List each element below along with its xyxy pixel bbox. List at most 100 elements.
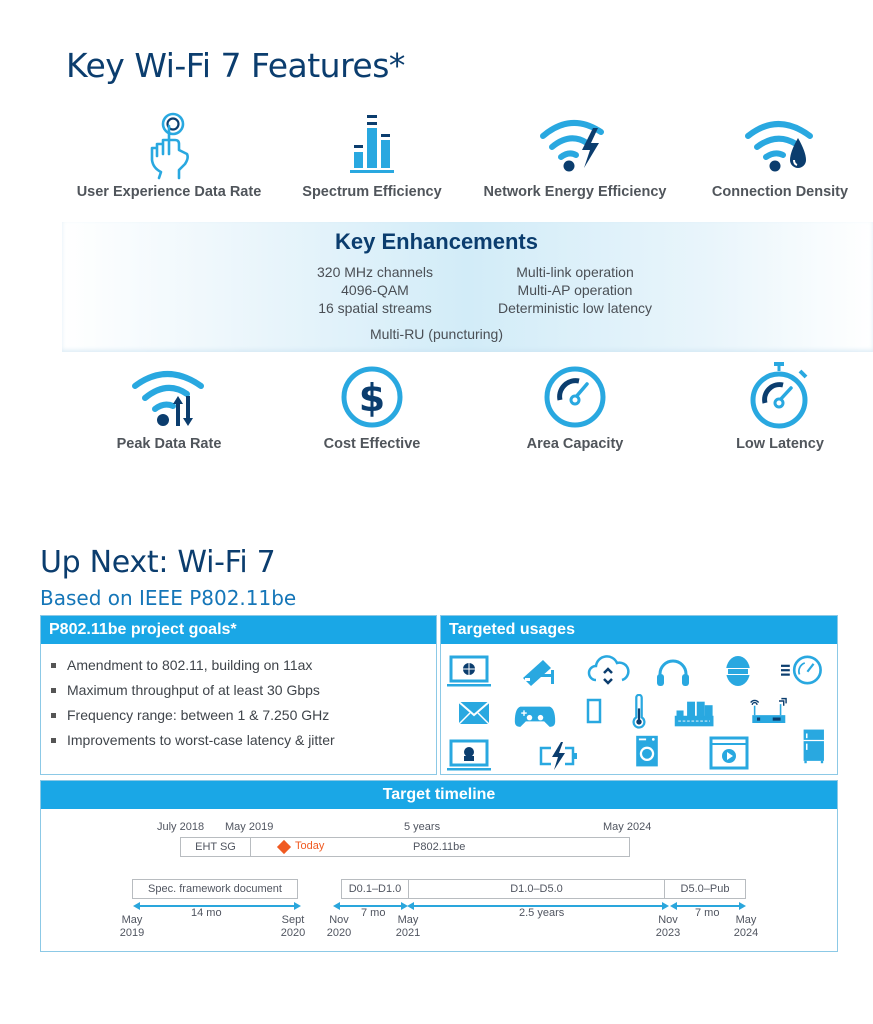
feature-label: Area Capacity	[526, 436, 624, 452]
date-year: 2021	[395, 927, 421, 939]
feature-peak-data-rate: Peak Data Rate	[69, 362, 269, 452]
date-year: 2020	[326, 927, 352, 939]
feature-low-latency: Low Latency	[680, 362, 873, 452]
feature-connection-density: Connection Density	[680, 110, 873, 200]
video-player-icon	[709, 736, 749, 770]
eht-sg-segment: EHT SG	[180, 837, 251, 857]
goal-text: Amendment to 802.11, building on 11ax	[67, 657, 313, 673]
date-may-2024: May 2024	[726, 914, 766, 940]
security-camera-icon	[523, 660, 554, 686]
feature-area-capacity: Area Capacity	[475, 362, 675, 452]
goal-text: Improvements to worst-case latency & jit…	[67, 732, 335, 748]
date-year: 2019	[119, 927, 145, 939]
target-timeline-header: Target timeline	[41, 781, 837, 809]
date-year: 2023	[655, 927, 681, 939]
smartphone-icon	[586, 698, 602, 724]
date-month: May	[735, 914, 757, 926]
wifi-lightning-icon	[540, 119, 604, 172]
goal-item: Frequency range: between 1 & 7.250 GHz	[49, 703, 436, 728]
p80211be-label: P802.11be	[413, 841, 466, 853]
key-enhancements-title: Key Enhancements	[335, 229, 538, 254]
gamepad-icon	[514, 706, 556, 727]
enhancement-item: Deterministic low latency	[497, 300, 653, 316]
date-may-2019: May 2019	[112, 914, 152, 940]
cloud-sync-icon	[587, 655, 630, 685]
date-year: 2024	[733, 927, 759, 939]
goal-item: Amendment to 802.11, building on 11ax	[49, 653, 436, 678]
date-may-2021: May 2021	[388, 914, 428, 940]
date-sept-2020: Sept 2020	[273, 914, 313, 940]
phase-spec-framework: Spec. framework document	[132, 879, 298, 899]
enhancement-item: 320 MHz channels	[317, 264, 433, 280]
thermometer-icon	[632, 694, 646, 729]
enhancement-item-multi-ru: Multi-RU (puncturing)	[369, 326, 504, 342]
feature-spectrum-efficiency: Spectrum Efficiency	[272, 110, 472, 200]
features-title: Key Wi-Fi 7 Features*	[66, 46, 405, 85]
dollar-icon: $	[341, 366, 403, 428]
up-next-title: Up Next: Wi-Fi 7	[40, 545, 276, 580]
feature-network-energy-efficiency: Network Energy Efficiency	[475, 110, 675, 200]
goal-item: Improvements to worst-case latency & jit…	[49, 728, 436, 753]
feature-user-experience-data-rate: User Experience Data Rate	[69, 110, 269, 200]
date-nov-2023: Nov 2023	[648, 914, 688, 940]
goal-item: Maximum throughput of at least 30 Gbps	[49, 678, 436, 703]
washing-machine-icon	[636, 735, 658, 767]
enhancements-left-list: 320 MHz channels 4096-QAM 16 spatial str…	[300, 263, 450, 317]
feature-label: Low Latency	[736, 436, 824, 452]
touch-hand-icon	[150, 112, 189, 180]
bullet-icon	[51, 738, 56, 743]
stopwatch-icon	[750, 362, 808, 429]
arrow-left-icon	[407, 902, 414, 910]
timeline-label-may-2024: May 2024	[603, 821, 652, 833]
speed-gauge-icon	[781, 655, 822, 685]
timeline-label-jul-2018: July 2018	[157, 821, 205, 833]
phase-duration: 7 mo	[695, 907, 720, 919]
router-icon	[750, 697, 787, 723]
project-goals-header: P802.11be project goals*	[41, 616, 436, 644]
date-month: Nov	[658, 914, 678, 926]
feature-label: Peak Data Rate	[116, 436, 222, 452]
arrow-right-icon	[294, 902, 301, 910]
bullet-icon	[51, 688, 56, 693]
targeted-usages-panel: Targeted usages	[440, 615, 838, 775]
phase-d01-d10: D0.1–D1.0	[341, 879, 409, 899]
arrow-left-icon	[670, 902, 677, 910]
date-month: May	[121, 914, 143, 926]
feature-cost-effective: $ Cost Effective	[272, 362, 472, 452]
feature-label: User Experience Data Rate	[76, 184, 262, 200]
enhancements-right-list: Multi-link operation Multi-AP operation …	[480, 263, 670, 317]
headphones-icon	[657, 659, 689, 686]
date-year: 2020	[280, 927, 306, 939]
project-goals-list: Amendment to 802.11, building on 11ax Ma…	[41, 644, 436, 753]
goal-text: Frequency range: between 1 & 7.250 GHz	[67, 707, 330, 723]
arrow-left-icon	[133, 902, 140, 910]
phase-d50-pub: D5.0–Pub	[664, 879, 746, 899]
battery-charging-icon	[539, 742, 577, 770]
target-timeline-panel: Target timeline July 2018 May 2019 5 yea…	[40, 780, 838, 952]
envelope-icon	[458, 701, 490, 725]
refrigerator-icon	[803, 729, 824, 764]
bullet-icon	[51, 663, 56, 668]
arrow-right-icon	[739, 902, 746, 910]
feature-label: Cost Effective	[323, 436, 421, 452]
arrow-right-icon	[662, 902, 669, 910]
enhancement-item: 16 spatial streams	[318, 300, 432, 316]
phase-duration: 14 mo	[191, 907, 222, 919]
enhancement-item: 4096-QAM	[341, 282, 409, 298]
enhancement-item: Multi-AP operation	[517, 282, 633, 298]
svg-text:$: $	[359, 376, 385, 420]
bullet-icon	[51, 713, 56, 718]
date-nov-2020: Nov 2020	[319, 914, 359, 940]
vr-headset-icon	[726, 656, 750, 686]
project-goals-panel: P802.11be project goals* Amendment to 80…	[40, 615, 437, 775]
phase-duration: 2.5 years	[519, 907, 565, 919]
bar-chart-icon	[350, 115, 394, 173]
enhancement-item: Multi-link operation	[516, 264, 634, 280]
up-next-subtitle: Based on IEEE P802.11be	[40, 586, 297, 610]
goal-text: Maximum throughput of at least 30 Gbps	[67, 682, 320, 698]
date-month: May	[397, 914, 419, 926]
factory-icon	[674, 701, 714, 727]
date-month: Sept	[281, 914, 305, 926]
targeted-usages-header: Targeted usages	[441, 616, 837, 644]
feature-label: Network Energy Efficiency	[483, 184, 667, 200]
